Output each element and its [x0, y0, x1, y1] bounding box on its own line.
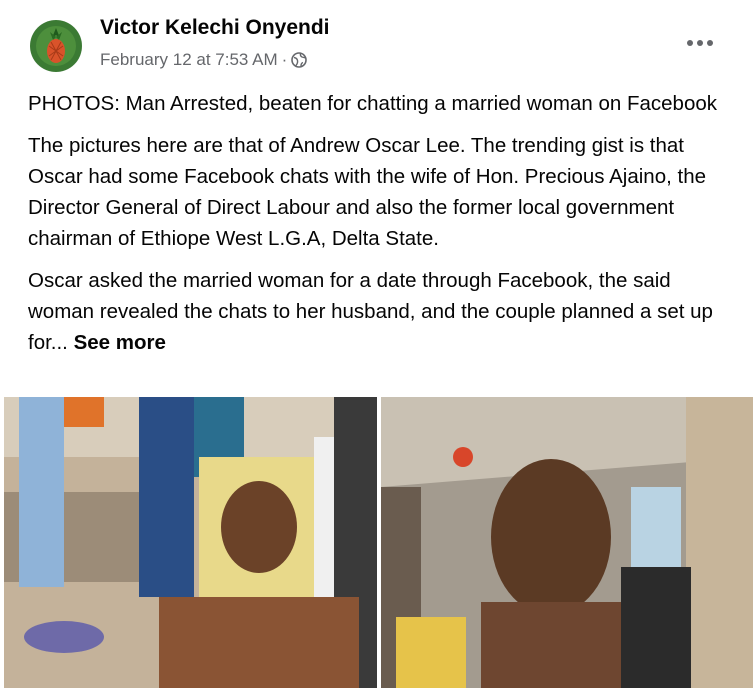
post-photo-1[interactable]	[4, 397, 377, 688]
meta-separator: ·	[281, 50, 288, 69]
post-body: PHOTOS: Man Arrested, beaten for chattin…	[28, 88, 728, 369]
post-photo-2[interactable]	[381, 397, 753, 688]
see-more-link[interactable]: See more	[74, 331, 166, 354]
post-paragraph-2: Oscar asked the married woman for a date…	[28, 265, 728, 358]
post-meta: February 12 at 7:53 AM ·	[100, 50, 308, 70]
avatar[interactable]	[30, 20, 82, 72]
post-timestamp[interactable]: February 12 at 7:53 AM	[100, 50, 278, 70]
post-headline: PHOTOS: Man Arrested, beaten for chattin…	[28, 92, 717, 115]
pineapple-icon	[30, 20, 82, 72]
author-name[interactable]: Victor Kelechi Onyendi	[100, 16, 330, 40]
photo-2-image	[381, 397, 753, 688]
globe-icon	[291, 52, 308, 68]
post-paragraph-1: The pictures here are that of Andrew Osc…	[28, 134, 706, 250]
facebook-post: Victor Kelechi Onyendi February 12 at 7:…	[0, 0, 756, 688]
photo-1-image	[4, 397, 377, 688]
more-options-icon[interactable]	[680, 28, 720, 58]
